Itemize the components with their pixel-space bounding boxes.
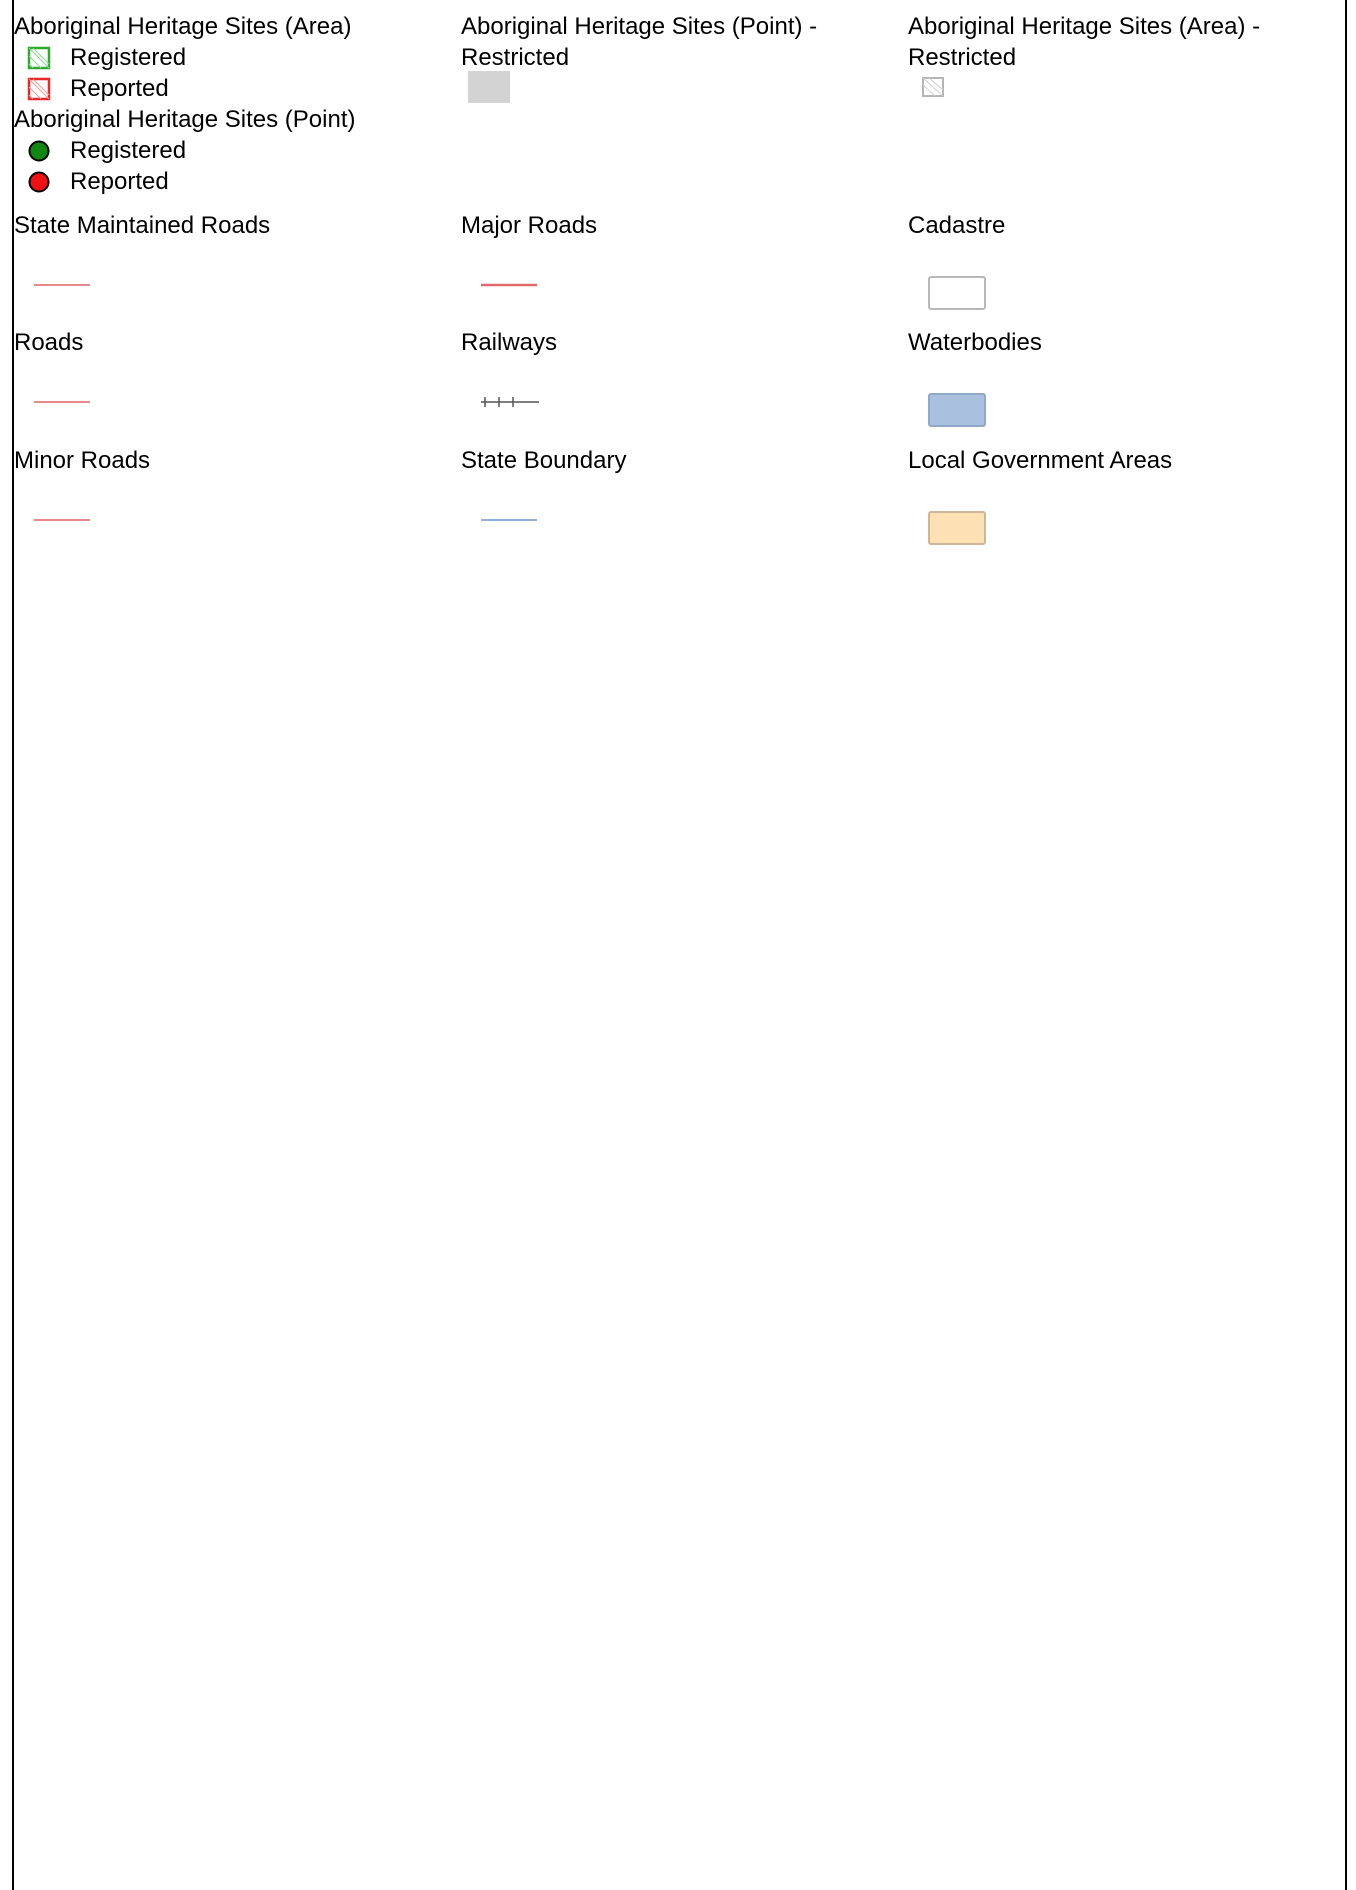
legend-group-state-boundary: State Boundary bbox=[461, 445, 901, 521]
legend-title: Roads bbox=[14, 329, 84, 356]
line-icon bbox=[34, 401, 90, 403]
circle-icon bbox=[28, 140, 50, 162]
legend-item-registered: Registered bbox=[14, 42, 454, 73]
rectangle-icon bbox=[928, 276, 986, 310]
legend-title: Aboriginal Heritage Sites (Point) - Rest… bbox=[461, 13, 818, 71]
hatched-square-icon bbox=[27, 46, 51, 70]
legend-group-railways: Railways bbox=[461, 327, 901, 407]
legend-title: Local Government Areas bbox=[908, 447, 1173, 474]
legend-title: Major Roads bbox=[461, 212, 598, 239]
line-icon bbox=[34, 519, 90, 521]
railway-icon bbox=[481, 397, 539, 407]
legend-group-ahs-area: Aboriginal Heritage Sites (Area) Registe… bbox=[14, 11, 454, 197]
legend-item-registered: Registered bbox=[14, 135, 454, 166]
legend-group-minor-roads: Minor Roads bbox=[14, 445, 454, 521]
legend-title: State Boundary bbox=[461, 447, 627, 474]
circle-icon bbox=[28, 171, 50, 193]
legend-item-reported: Reported bbox=[14, 166, 454, 197]
legend-title: Aboriginal Heritage Sites (Point) bbox=[14, 106, 356, 133]
line-icon bbox=[481, 519, 537, 521]
legend-group-ahs-point-restricted: Aboriginal Heritage Sites (Point) - Rest… bbox=[461, 11, 901, 103]
legend-group-cadastre: Cadastre bbox=[908, 210, 1348, 310]
line-icon bbox=[34, 284, 90, 286]
legend-item-reported: Reported bbox=[14, 73, 454, 104]
legend-group-roads: Roads bbox=[14, 327, 454, 403]
legend-title: Aboriginal Heritage Sites (Area) - Restr… bbox=[908, 13, 1261, 71]
rectangle-icon bbox=[928, 393, 986, 427]
rectangle-icon bbox=[928, 511, 986, 545]
legend-title: Minor Roads bbox=[14, 447, 151, 474]
legend-title: State Maintained Roads bbox=[14, 212, 271, 239]
grey-square-icon bbox=[468, 71, 510, 103]
legend-item-label: Registered bbox=[70, 44, 187, 71]
legend-title: Railways bbox=[461, 329, 558, 356]
legend-title: Waterbodies bbox=[908, 329, 1042, 356]
legend-item-label: Reported bbox=[70, 168, 169, 195]
legend-item-label: Registered bbox=[70, 137, 187, 164]
legend-panel: Aboriginal Heritage Sites (Area) Registe… bbox=[12, 0, 1347, 1890]
legend-group-major-roads: Major Roads bbox=[461, 210, 901, 287]
legend-group-waterbodies: Waterbodies bbox=[908, 327, 1348, 427]
legend-group-ahs-area-restricted: Aboriginal Heritage Sites (Area) - Restr… bbox=[908, 11, 1348, 97]
legend-group-state-maintained-roads: State Maintained Roads bbox=[14, 210, 454, 286]
legend-title: Aboriginal Heritage Sites (Area) bbox=[14, 13, 352, 40]
hatched-square-icon bbox=[27, 77, 51, 101]
legend-title: Cadastre bbox=[908, 212, 1006, 239]
legend-item-label: Reported bbox=[70, 75, 169, 102]
hatched-square-icon bbox=[922, 77, 944, 97]
legend-group-local-government-areas: Local Government Areas bbox=[908, 445, 1348, 545]
line-icon bbox=[481, 283, 537, 287]
